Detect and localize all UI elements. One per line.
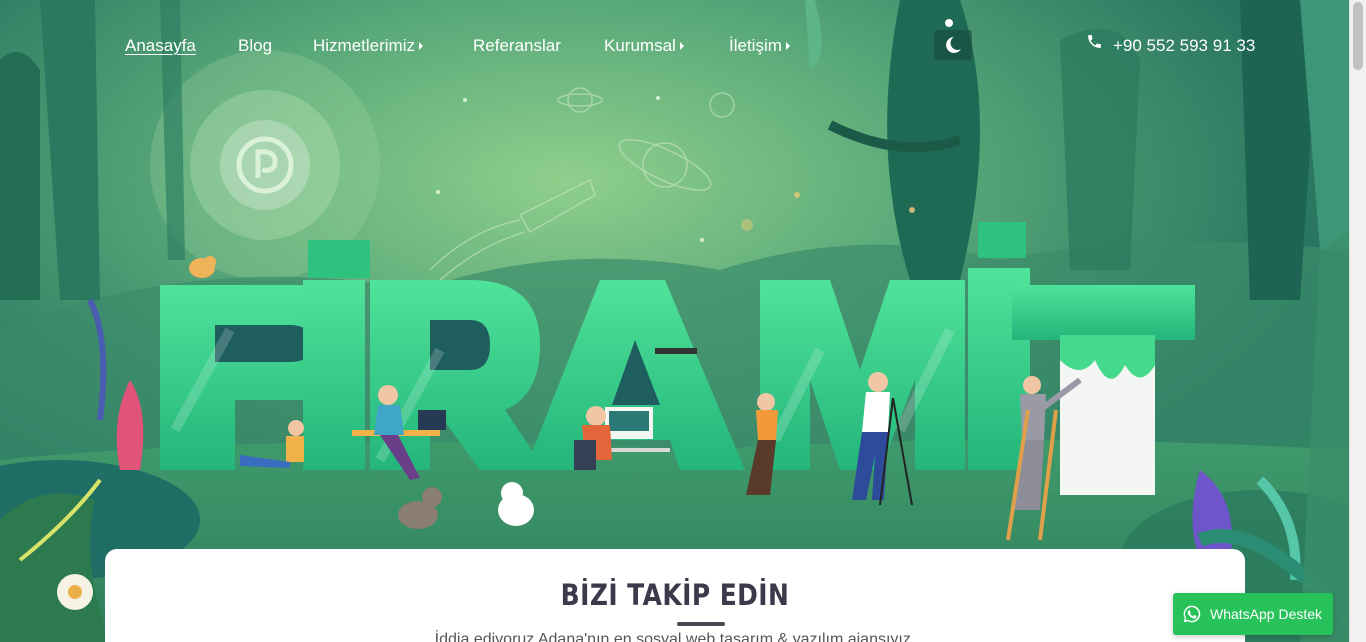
hero-illustration	[0, 0, 1349, 642]
hero-scene	[0, 0, 1349, 642]
whatsapp-support-button[interactable]: WhatsApp Destek	[1173, 593, 1333, 635]
moon-icon	[946, 37, 961, 53]
page: Anasayfa Blog Hizmetlerimiz Referanslar …	[0, 0, 1366, 642]
section-subtitle: İddia ediyoruz Adana'nın en sosyal web t…	[434, 631, 916, 642]
title-underline	[677, 622, 725, 626]
phone-number: +90 552 593 91 33	[1113, 36, 1256, 55]
whatsapp-icon	[1182, 604, 1202, 627]
toggle-indicator-dot	[945, 19, 953, 27]
caret-right-icon	[679, 41, 684, 50]
theme-toggle-button[interactable]	[934, 30, 972, 60]
section-title: BİZİ TAKİP EDİN	[560, 578, 790, 612]
follow-us-section: BİZİ TAKİP EDİN İddia ediyoruz Adana'nın…	[105, 549, 1245, 642]
nav-item-kurumsal[interactable]: Kurumsal	[604, 34, 684, 58]
nav-item-referanslar[interactable]: Referanslar	[473, 34, 561, 58]
main-nav: Anasayfa Blog Hizmetlerimiz Referanslar …	[0, 0, 1349, 92]
whatsapp-label: WhatsApp Destek	[1210, 606, 1323, 622]
phone-icon	[1086, 33, 1103, 57]
caret-right-icon	[785, 41, 790, 50]
scrollbar-thumb[interactable]	[1353, 2, 1363, 70]
phone-link[interactable]: +90 552 593 91 33	[1086, 34, 1255, 59]
nav-item-blog[interactable]: Blog	[238, 34, 272, 58]
nav-item-hizmetlerimiz[interactable]: Hizmetlerimiz	[313, 34, 423, 58]
page-scrollbar[interactable]	[1349, 0, 1366, 642]
nav-item-iletisim[interactable]: İletişim	[729, 34, 790, 58]
caret-right-icon	[419, 41, 423, 50]
nav-item-anasayfa[interactable]: Anasayfa	[125, 34, 196, 58]
